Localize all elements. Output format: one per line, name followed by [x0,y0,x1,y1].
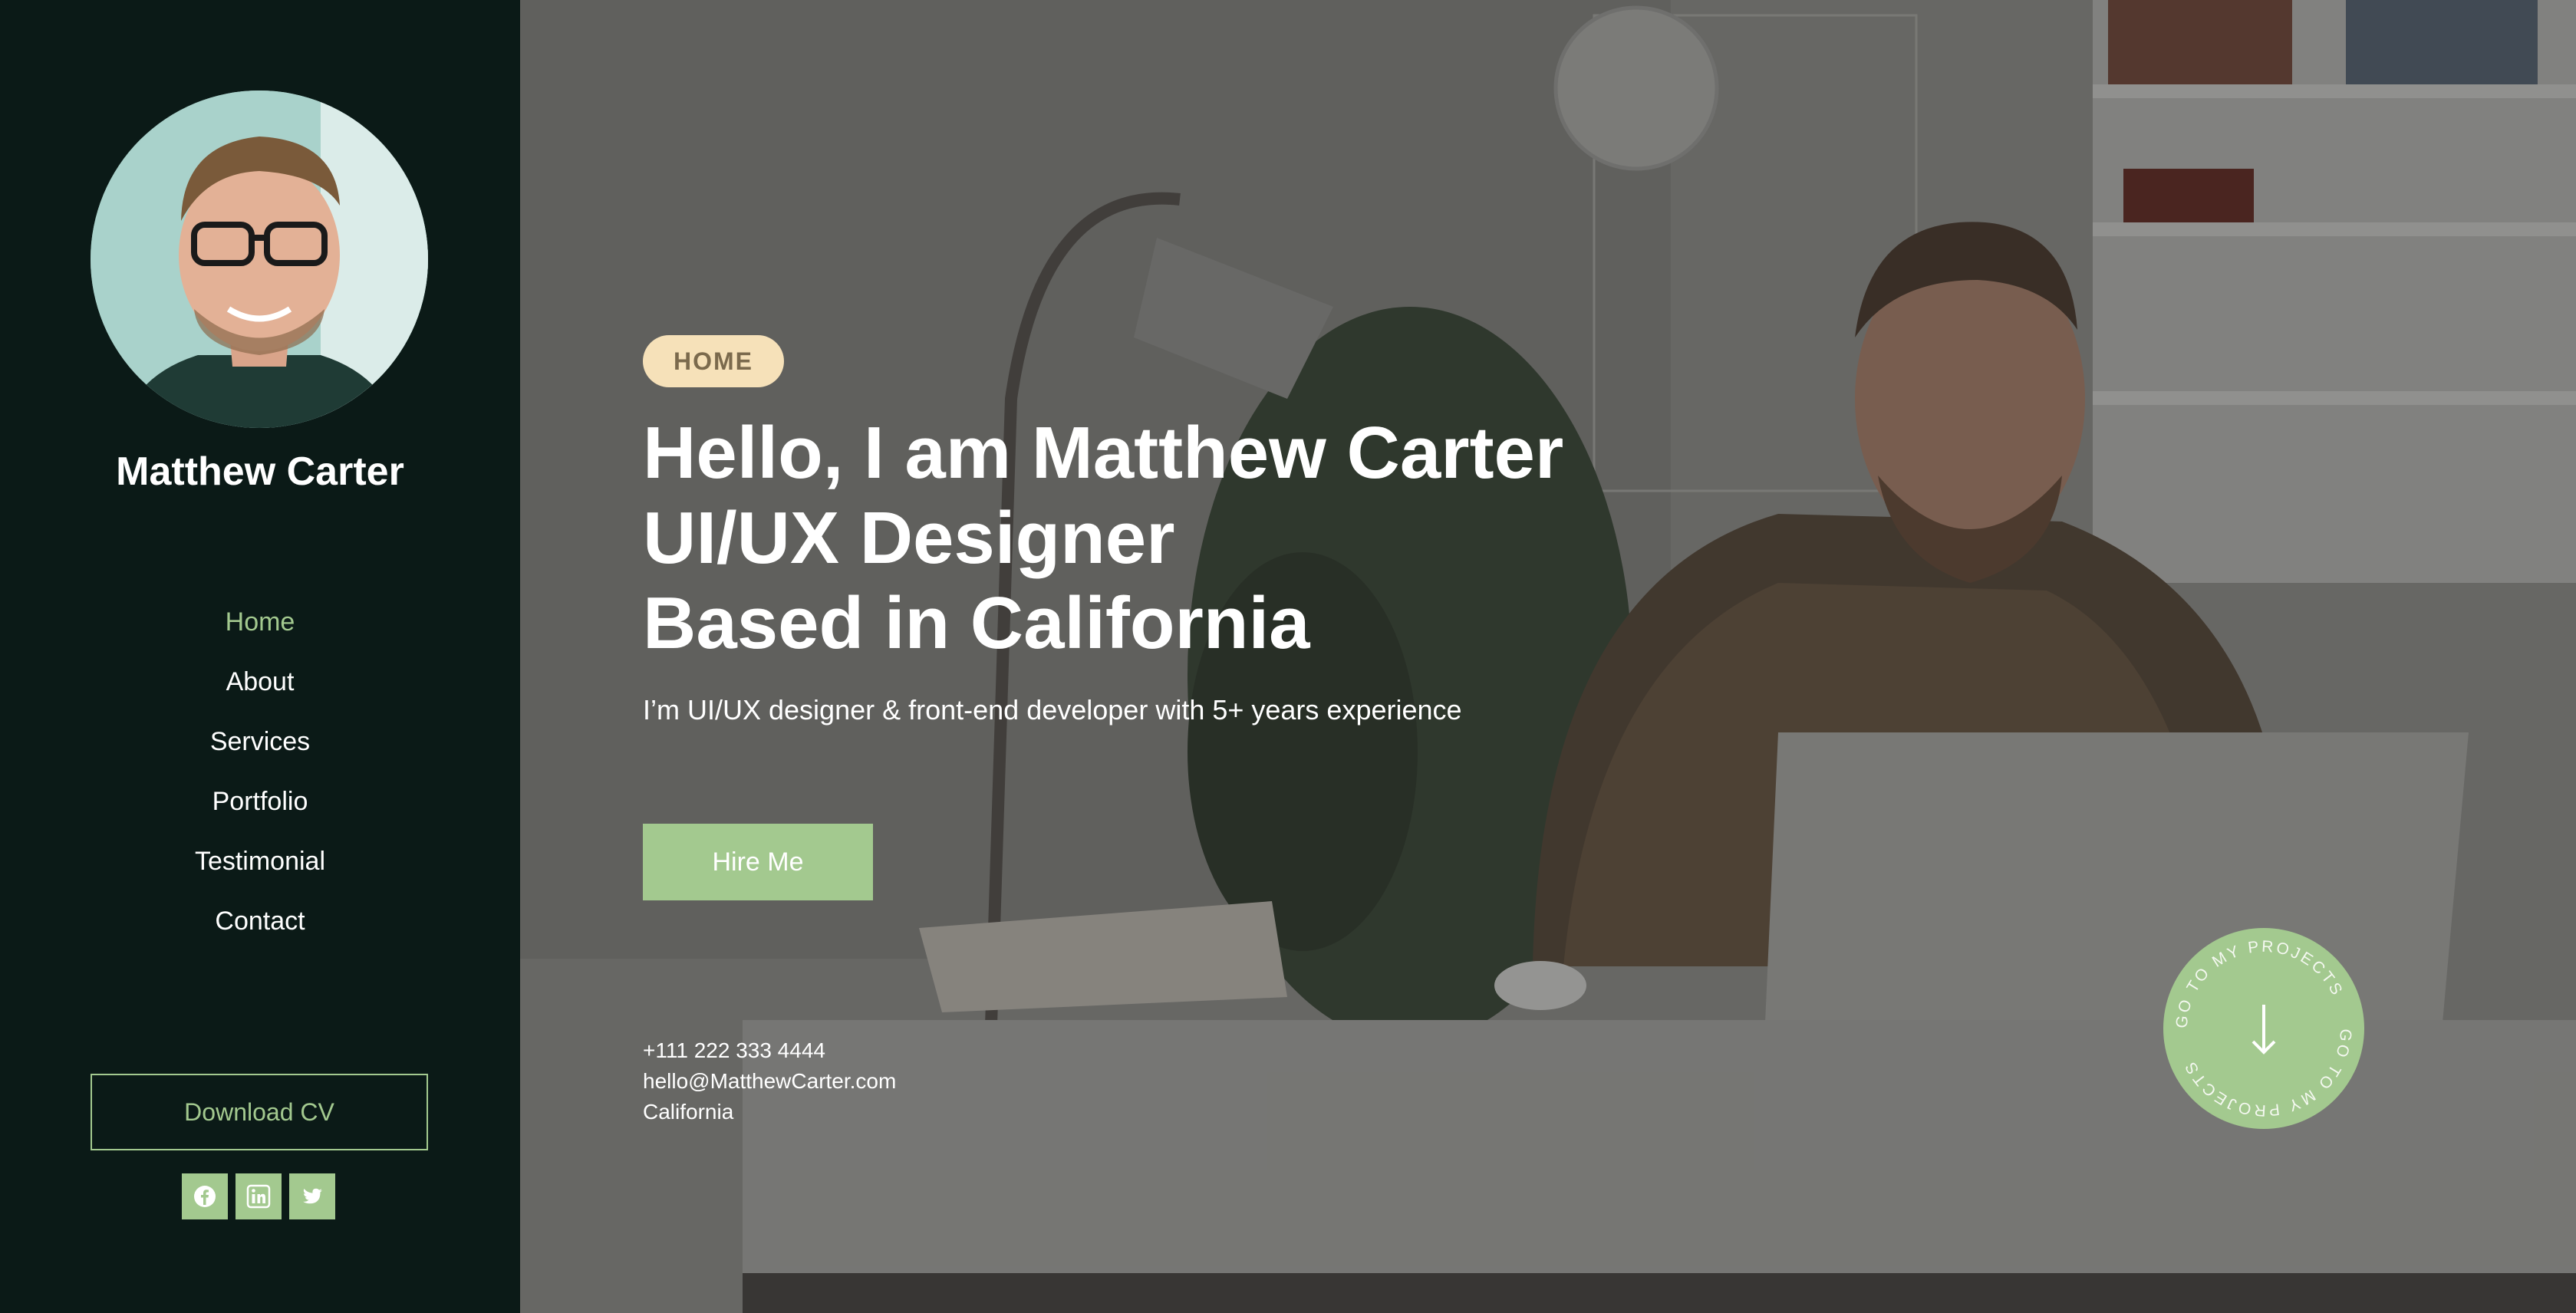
hero-subline: I’m UI/UX designer & front-end developer… [643,694,1462,726]
nav-item-contact[interactable]: Contact [0,897,520,957]
contact-info: +111 222 333 4444 hello@MatthewCarter.co… [643,1035,896,1127]
headline-line-1: Hello, I am Matthew Carter [643,412,1564,494]
arrow-down-icon [2252,1005,2276,1055]
contact-phone[interactable]: +111 222 333 4444 [643,1035,896,1066]
circular-label: GO TO MY PROJECTS [2173,938,2347,1029]
go-to-projects-button[interactable]: GO TO MY PROJECTS GO TO MY PROJECTS [2163,928,2364,1129]
main-nav: Home About Services Portfolio Testimonia… [0,598,520,957]
circular-label-text-1: GO TO MY PROJECTS [2173,938,2344,1029]
nav-item-services[interactable]: Services [0,718,520,778]
nav-item-home[interactable]: Home [0,598,520,658]
profile-photo [91,90,428,428]
nav-item-portfolio[interactable]: Portfolio [0,778,520,837]
twitter-link[interactable] [289,1173,335,1219]
download-cv-button[interactable]: Download CV [91,1074,428,1150]
hire-me-button[interactable]: Hire Me [643,824,873,900]
contact-email[interactable]: hello@MatthewCarter.com [643,1066,896,1097]
headline-line-2: UI/UX Designer [643,497,1175,579]
headline-line-3: Based in California [643,582,1310,664]
social-links [182,1173,335,1219]
nav-item-about[interactable]: About [0,658,520,718]
sidebar: Matthew Carter Home About Services Portf… [0,0,520,1313]
nav-item-testimonial[interactable]: Testimonial [0,837,520,897]
circular-label-repeat: GO TO MY PROJECTS [2181,1028,2354,1119]
facebook-icon [194,1186,216,1207]
section-badge: HOME [643,335,784,387]
facebook-link[interactable] [182,1173,228,1219]
linkedin-icon [246,1184,271,1209]
linkedin-link[interactable] [236,1173,282,1219]
hero-headline: Hello, I am Matthew Carter UI/UX Designe… [643,410,1794,666]
twitter-icon [303,1188,322,1204]
circular-label-text-2: GO TO MY PROJECTS [2181,1028,2352,1119]
hero-section: HOME Hello, I am Matthew Carter UI/UX De… [520,0,2576,1313]
contact-location: California [643,1100,734,1124]
profile-name: Matthew Carter [116,449,404,494]
avatar [91,90,428,428]
